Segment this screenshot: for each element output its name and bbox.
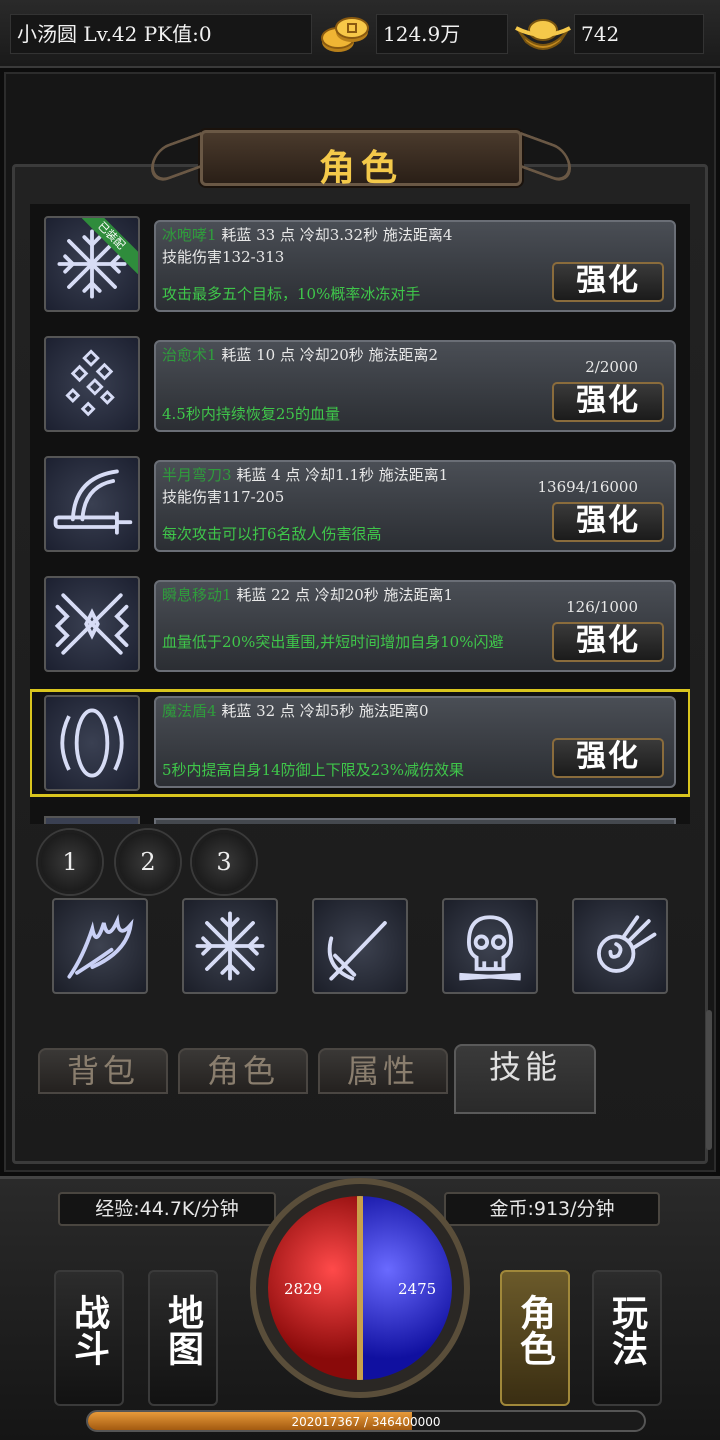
xp-text: 202017367 / 346400000 xyxy=(291,1415,441,1429)
ingot-amount: 742 xyxy=(574,14,704,54)
skill-row[interactable]: 治愈术1 耗蓝 10 点 冷却20秒 施法距离2 2/2000 4.5秒内持续恢… xyxy=(30,328,690,432)
gold-amount: 124.9万 xyxy=(376,14,508,54)
upgrade-button[interactable]: 强化 xyxy=(552,622,664,662)
tab-bag[interactable]: 背包 xyxy=(38,1048,168,1094)
skill-card: 魔法盾4 耗蓝 32 点 冷却5秒 施法距离0 5秒内提高自身14防御上下限及2… xyxy=(154,696,676,788)
skill-slot-1[interactable] xyxy=(52,898,148,994)
skill-row-selected[interactable]: 魔法盾4 耗蓝 32 点 冷却5秒 施法距离0 5秒内提高自身14防御上下限及2… xyxy=(30,689,690,797)
skill-slot-4[interactable] xyxy=(442,898,538,994)
upgrade-button[interactable]: 强化 xyxy=(552,382,664,422)
crescent-blade-icon xyxy=(44,456,140,552)
gold-coin-icon xyxy=(321,17,369,52)
panel-title-plate: 角色 xyxy=(151,130,571,189)
exp-rate: 经验:44.7K/分钟 xyxy=(58,1192,276,1226)
page-button-1[interactable]: 1 xyxy=(38,830,102,894)
skill-card: 治愈术1 耗蓝 10 点 冷却20秒 施法距离2 2/2000 4.5秒内持续恢… xyxy=(154,340,676,432)
skill-stats: 耗蓝 10 点 冷却20秒 施法距离2 xyxy=(216,346,439,364)
menu-map-button[interactable]: 地图 xyxy=(148,1270,218,1406)
menu-gameplay-button[interactable]: 玩法 xyxy=(592,1270,662,1406)
skull-icon xyxy=(459,915,521,981)
upgrade-progress: 126/1000 xyxy=(566,598,638,616)
upgrade-progress: 2/2000 xyxy=(585,358,638,376)
skill-description: 攻击最多五个目标，10%概率冰冻对手 xyxy=(162,285,421,303)
page-button-2[interactable]: 2 xyxy=(116,830,180,894)
skill-list[interactable]: 已装配 冰咆哮1 耗蓝 33 点 冷却3.32秒 施法距离4 技能伤害132-3… xyxy=(30,204,690,824)
skill-name: 治愈术1 xyxy=(162,346,217,364)
equipped-badge: 已装配 xyxy=(82,218,138,274)
skill-row[interactable]: 瞬息移动1 耗蓝 22 点 冷却20秒 施法距离1 126/1000 血量低于2… xyxy=(30,568,690,672)
mp-value: 2475 xyxy=(398,1280,437,1298)
scrollbar[interactable] xyxy=(706,1010,712,1150)
tab-character[interactable]: 角色 xyxy=(178,1048,308,1094)
skill-card-partial xyxy=(154,818,676,824)
skill-name: 半月弯刀3 xyxy=(162,466,232,484)
skill-card: 冰咆哮1 耗蓝 33 点 冷却3.32秒 施法距离4 技能伤害132-313 攻… xyxy=(154,220,676,312)
gold-rate: 金币:913/分钟 xyxy=(444,1192,660,1226)
upgrade-button[interactable]: 强化 xyxy=(552,262,664,302)
magic-shield-icon xyxy=(44,695,140,791)
gold-ingot-icon xyxy=(515,19,571,50)
page-button-3[interactable]: 3 xyxy=(192,830,256,894)
skill-stats: 耗蓝 33 点 冷却3.32秒 施法距离4 xyxy=(216,226,453,244)
snowflake-icon: 已装配 xyxy=(44,216,140,312)
tab-skills[interactable]: 技能 xyxy=(454,1044,596,1114)
fireball-icon xyxy=(597,915,657,973)
skill-description: 5秒内提高自身14防御上下限及23%减伤效果 xyxy=(162,761,464,779)
menu-battle-button[interactable]: 战斗 xyxy=(54,1270,124,1406)
teleport-icon xyxy=(44,576,140,672)
skill-row-partial xyxy=(44,816,140,824)
skill-card: 瞬息移动1 耗蓝 22 点 冷却20秒 施法距离1 126/1000 血量低于2… xyxy=(154,580,676,672)
flame-claw-icon xyxy=(67,913,134,979)
upgrade-button[interactable]: 强化 xyxy=(552,738,664,778)
skill-row[interactable]: 已装配 冰咆哮1 耗蓝 33 点 冷却3.32秒 施法距离4 技能伤害132-3… xyxy=(30,208,690,312)
skill-row[interactable]: 半月弯刀3 耗蓝 4 点 冷却1.1秒 施法距离1 技能伤害117-205 13… xyxy=(30,448,690,552)
skill-stats: 耗蓝 22 点 冷却20秒 施法距离1 xyxy=(231,586,454,604)
menu-character-button[interactable]: 角色 xyxy=(500,1270,570,1406)
skill-stats: 耗蓝 4 点 冷却1.1秒 施法距离1 xyxy=(231,466,449,484)
player-info: 小汤圆 Lv.42 PK值:0 xyxy=(10,14,312,54)
skill-description: 每次攻击可以打6名敌人伤害很高 xyxy=(162,525,382,543)
skill-name: 冰咆哮1 xyxy=(162,226,217,244)
sword-icon xyxy=(327,921,387,981)
upgrade-progress: 13694/16000 xyxy=(537,478,639,496)
skill-description: 4.5秒内持续恢复25的血量 xyxy=(162,405,340,423)
skill-stats: 耗蓝 32 点 冷却5秒 施法距离0 xyxy=(216,702,429,720)
snowflake-icon xyxy=(195,911,265,981)
top-status-bar: 小汤圆 Lv.42 PK值:0 124.9万 742 xyxy=(0,0,720,68)
skill-card: 半月弯刀3 耗蓝 4 点 冷却1.1秒 施法距离1 技能伤害117-205 13… xyxy=(154,460,676,552)
skill-name: 魔法盾4 xyxy=(162,702,217,720)
skill-slot-2[interactable] xyxy=(182,898,278,994)
healing-icon xyxy=(44,336,140,432)
skill-damage: 技能伤害117-205 xyxy=(162,488,285,506)
panel-title: 角色 xyxy=(318,147,403,189)
upgrade-button[interactable]: 强化 xyxy=(552,502,664,542)
skill-description: 血量低于20%突出重围,并短时间增加自身10%闪避 xyxy=(162,633,504,651)
skill-slot-5[interactable] xyxy=(572,898,668,994)
orb-divider xyxy=(357,1196,363,1380)
skill-damage: 技能伤害132-313 xyxy=(162,248,285,266)
skill-slot-3[interactable] xyxy=(312,898,408,994)
tab-attributes[interactable]: 属性 xyxy=(318,1048,448,1094)
hp-value: 2829 xyxy=(284,1280,323,1298)
skill-name: 瞬息移动1 xyxy=(162,586,232,604)
